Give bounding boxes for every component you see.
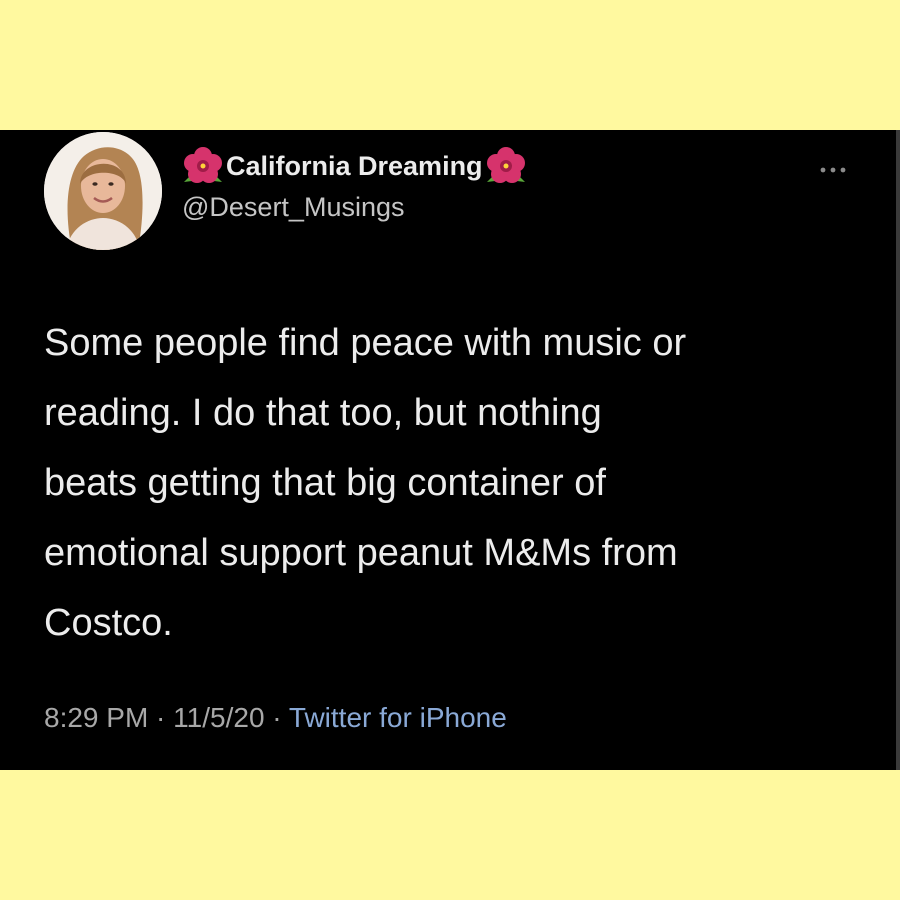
tweet-time[interactable]: 8:29 PM — [44, 702, 148, 733]
tweet-meta: 8:29 PM · 11/5/20 · Twitter for iPhone — [44, 702, 507, 734]
tweet-date[interactable]: 11/5/20 — [173, 702, 264, 733]
meta-separator: · — [264, 702, 289, 733]
avatar[interactable] — [44, 132, 162, 250]
avatar-photo — [44, 132, 162, 250]
display-name[interactable]: California Dreaming — [226, 151, 483, 182]
tweet-card: California Dreaming @Desert_Musings Some… — [0, 130, 900, 770]
hibiscus-icon — [483, 146, 529, 186]
tweet-source-link[interactable]: Twitter for iPhone — [289, 702, 507, 733]
meta-separator: · — [148, 702, 174, 733]
hibiscus-icon — [180, 146, 226, 186]
more-options-icon[interactable] — [814, 160, 852, 180]
display-name-row[interactable]: California Dreaming — [180, 146, 529, 186]
tweet-text: Some people find peace with music or rea… — [44, 322, 687, 644]
user-handle[interactable]: @Desert_Musings — [182, 192, 405, 223]
